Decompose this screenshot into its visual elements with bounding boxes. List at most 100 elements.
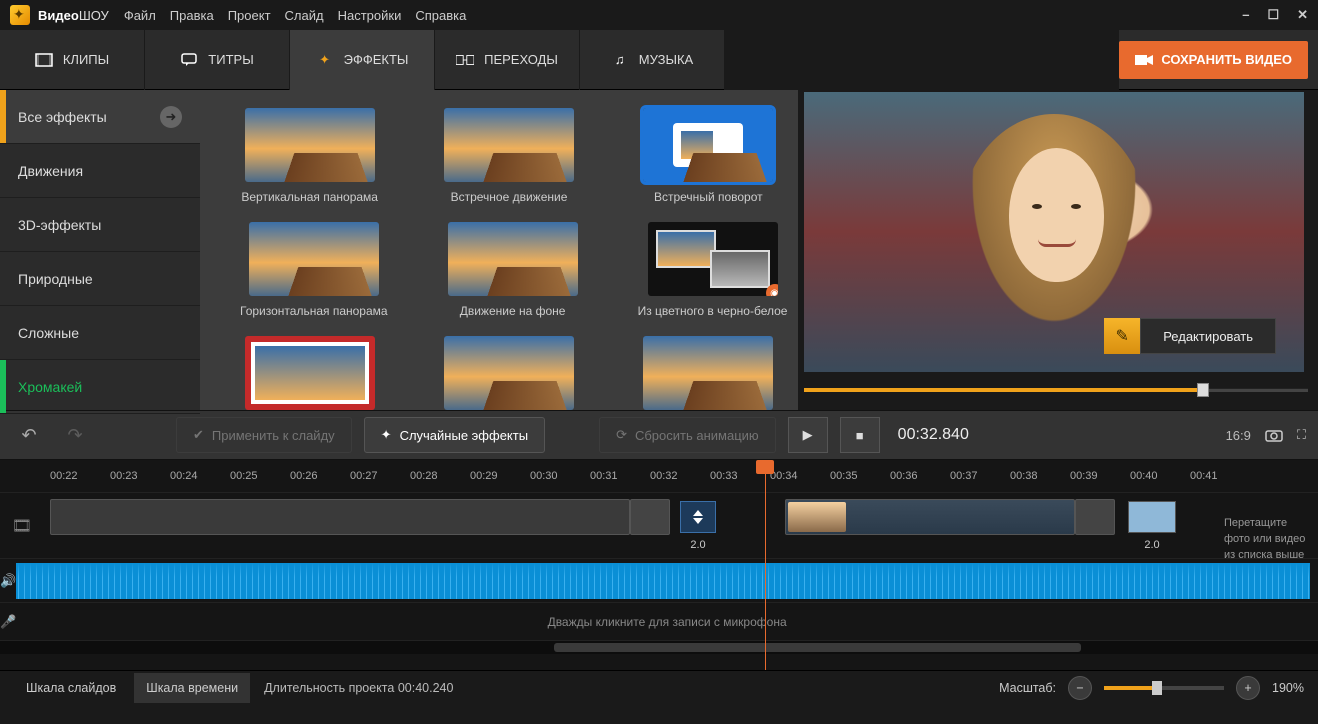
playhead[interactable] [765, 460, 766, 670]
sidebar-item-all-effects[interactable]: Все эффекты ➜ [0, 90, 200, 144]
wand-icon: ✦ [381, 427, 392, 443]
timeline-clip[interactable] [630, 499, 670, 535]
preview-progress-slider[interactable] [804, 382, 1308, 398]
edit-slide-button[interactable]: ✎ Редактировать [1104, 318, 1276, 354]
effect-label: Из цветного в черно-белое [638, 304, 788, 318]
sidebar-item-3d[interactable]: 3D-эффекты [0, 198, 200, 252]
ruler-tick: 00:27 [350, 470, 410, 482]
timeline: 00:22 00:23 00:24 00:25 00:26 00:27 00:2… [0, 460, 1318, 670]
sidebar-item-chroma[interactable]: Хромакей [0, 360, 200, 414]
tab-label: ЭФФЕКТЫ [344, 52, 409, 67]
effects-sidebar: Все эффекты ➜ Движения 3D-эффекты Природ… [0, 90, 200, 410]
time-ruler[interactable]: 00:22 00:23 00:24 00:25 00:26 00:27 00:2… [0, 460, 1318, 492]
mic-record-hint: Дважды кликните для записи с микрофона [16, 615, 1318, 629]
apply-to-slide-button[interactable]: ✔ Применить к слайду [176, 417, 352, 453]
video-track[interactable]: 🎞 2.0 2.0 Перетащитефото или видеоиз спи… [0, 492, 1318, 558]
effect-counter-motion[interactable]: Встречное движение [439, 108, 578, 204]
sidebar-item-complex[interactable]: Сложные [0, 306, 200, 360]
menu-slide[interactable]: Слайд [285, 8, 324, 23]
snapshot-icon[interactable] [1265, 428, 1283, 442]
effect-thumb [448, 222, 578, 296]
ruler-tick: 00:36 [890, 470, 950, 482]
menu-project[interactable]: Проект [228, 8, 271, 23]
timeline-scrollbar[interactable] [0, 640, 1318, 654]
undo-button[interactable]: ↶ [12, 418, 46, 452]
effect-label: Встречный поворот [639, 190, 778, 204]
menu-file[interactable]: Файл [124, 8, 156, 23]
ruler-tick: 00:38 [1010, 470, 1070, 482]
effect-item[interactable] [439, 336, 578, 410]
transition-duration: 2.0 [1132, 539, 1172, 551]
main-tabs: КЛИПЫ ТИТРЫ ✦ ЭФФЕКТЫ ПЕРЕХОДЫ ♫ МУЗЫКА … [0, 30, 1318, 90]
zoom-in-button[interactable]: + [1236, 676, 1260, 700]
menu-settings[interactable]: Настройки [338, 8, 402, 23]
effect-thumb [643, 336, 773, 410]
mic-track[interactable]: 🎤 Дважды кликните для записи с микрофона [0, 602, 1318, 640]
action-bar: ↶ ↷ ✔ Применить к слайду ✦ Случайные эфф… [0, 410, 1318, 460]
effect-thumb [249, 222, 379, 296]
menu-edit[interactable]: Правка [170, 8, 214, 23]
timeline-clip[interactable] [50, 499, 630, 535]
check-icon: ✔ [193, 427, 204, 443]
effect-color-to-bw[interactable]: ◉ Из цветного в черно-белое [638, 222, 788, 318]
window-close-icon[interactable]: ✕ [1297, 7, 1308, 23]
ruler-tick: 00:23 [110, 470, 170, 482]
timeline-transition[interactable] [1128, 501, 1176, 533]
zoom-out-button[interactable]: − [1068, 676, 1092, 700]
effect-bg-motion[interactable]: Движение на фоне [448, 222, 578, 318]
window-minimize-icon[interactable]: – [1242, 7, 1249, 23]
ruler-tick: 00:39 [1070, 470, 1130, 482]
timeline-clip[interactable] [785, 499, 1075, 535]
tab-transitions[interactable]: ПЕРЕХОДЫ [435, 30, 580, 90]
tab-clips[interactable]: КЛИПЫ [0, 30, 145, 90]
edit-button-label: Редактировать [1140, 318, 1276, 354]
ruler-tick: 00:41 [1190, 470, 1250, 482]
sidebar-item-motions[interactable]: Движения [0, 144, 200, 198]
save-video-button[interactable]: СОХРАНИТЬ ВИДЕО [1119, 41, 1308, 79]
window-maximize-icon[interactable]: ☐ [1267, 7, 1279, 23]
effect-thumb [444, 108, 574, 182]
reset-animation-button[interactable]: ⟳ Сбросить анимацию [599, 417, 776, 453]
ruler-tick: 00:28 [410, 470, 470, 482]
effect-thumb [245, 108, 375, 182]
scrollbar-thumb[interactable] [554, 643, 1081, 652]
sidebar-item-nature[interactable]: Природные [0, 252, 200, 306]
effect-horizontal-panorama[interactable]: Горизонтальная панорама [240, 222, 388, 318]
ruler-tick: 00:26 [290, 470, 350, 482]
footer-tab-slides[interactable]: Шкала слайдов [14, 673, 128, 703]
effect-item[interactable] [639, 336, 778, 410]
stop-button[interactable]: ■ [840, 417, 880, 453]
title-bar: ВидеоШОУ Файл Правка Проект Слайд Настро… [0, 0, 1318, 30]
fullscreen-icon[interactable]: ⛶ [1297, 427, 1306, 443]
footer-tab-timeline[interactable]: Шкала времени [134, 673, 250, 703]
zoom-value: 190% [1272, 681, 1304, 695]
audio-waveform[interactable] [16, 563, 1310, 599]
aspect-ratio-label[interactable]: 16:9 [1226, 428, 1251, 443]
audio-track[interactable]: 🔊 [0, 558, 1318, 602]
menu-help[interactable]: Справка [415, 8, 466, 23]
button-label: Случайные эффекты [400, 428, 529, 443]
tab-effects[interactable]: ✦ ЭФФЕКТЫ [290, 30, 435, 90]
camera-icon [1135, 53, 1153, 67]
tab-music[interactable]: ♫ МУЗЫКА [580, 30, 725, 90]
slider-knob-icon[interactable] [1197, 383, 1209, 397]
zoom-label: Масштаб: [999, 681, 1056, 695]
button-label: Сбросить анимацию [635, 428, 759, 443]
effect-item[interactable] [240, 336, 379, 410]
tab-label: КЛИПЫ [63, 52, 109, 67]
effect-counter-turn[interactable]: Встречный поворот [639, 108, 778, 204]
redo-button[interactable]: ↷ [58, 418, 92, 452]
pencil-icon: ✎ [1104, 318, 1140, 354]
save-video-label: СОХРАНИТЬ ВИДЕО [1161, 52, 1292, 67]
ruler-tick: 00:40 [1130, 470, 1190, 482]
sidebar-item-label: 3D-эффекты [18, 217, 101, 233]
arrow-right-icon: ➜ [160, 106, 182, 128]
effect-vertical-panorama[interactable]: Вертикальная панорама [240, 108, 379, 204]
timeline-clip[interactable] [1075, 499, 1115, 535]
timeline-transition[interactable] [680, 501, 716, 533]
play-button[interactable]: ▶ [788, 417, 828, 453]
zoom-slider[interactable] [1104, 686, 1224, 690]
tab-titles[interactable]: ТИТРЫ [145, 30, 290, 90]
random-effects-button[interactable]: ✦ Случайные эффекты [364, 417, 545, 453]
effect-label: Движение на фоне [448, 304, 578, 318]
